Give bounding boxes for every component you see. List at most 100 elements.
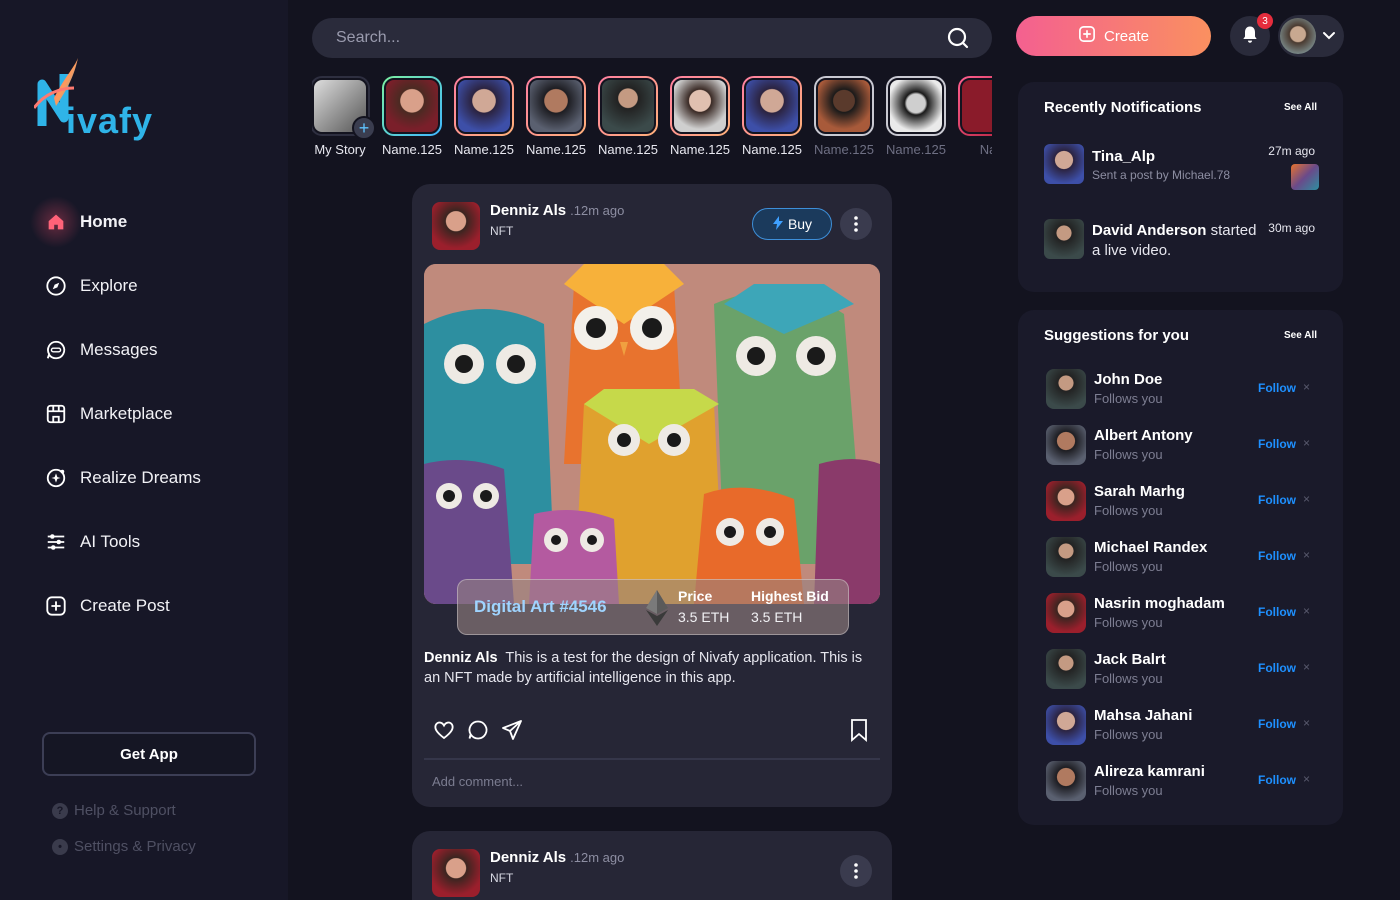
search-input[interactable] <box>336 18 936 58</box>
close-icon[interactable]: × <box>1303 716 1310 730</box>
story-item[interactable]: Name.125 <box>814 76 874 162</box>
notification-item[interactable]: Tina_Alp Sent a post by Michael.78 27m a… <box>1044 144 1319 190</box>
suggestion-avatar[interactable] <box>1046 369 1086 409</box>
suggestion-sub: Follows you <box>1094 671 1163 686</box>
suggestion-avatar[interactable] <box>1046 481 1086 521</box>
author-avatar[interactable] <box>432 849 480 897</box>
story-item[interactable]: Na <box>958 76 992 162</box>
follow-button[interactable]: Follow <box>1258 493 1296 507</box>
share-icon[interactable] <box>500 718 524 747</box>
story-name: Na <box>979 142 992 157</box>
sidebar: ivafy Home Explore Messages Marketplace … <box>0 0 288 900</box>
nav-marketplace[interactable]: Marketplace <box>44 382 201 446</box>
story-item[interactable]: Name.125 <box>670 76 730 162</box>
follow-button[interactable]: Follow <box>1258 549 1296 563</box>
suggestion-avatar[interactable] <box>1046 705 1086 745</box>
close-icon[interactable]: × <box>1303 660 1310 674</box>
notification-time: 27m ago <box>1268 144 1315 158</box>
buy-button[interactable]: Buy <box>752 208 832 240</box>
post-image[interactable] <box>424 264 880 604</box>
create-button[interactable]: Create <box>1016 16 1211 56</box>
suggestion-name[interactable]: Nasrin moghadam <box>1094 595 1225 612</box>
suggestion-avatar[interactable] <box>1046 593 1086 633</box>
comment-icon[interactable] <box>466 718 490 747</box>
more-options-icon[interactable] <box>840 208 872 240</box>
author-line: Denniz Als .12m ago <box>490 849 624 867</box>
suggestion-item: John Doe Follows you Follow × <box>1046 369 1316 409</box>
nav-messages[interactable]: Messages <box>44 318 201 382</box>
comment-input[interactable] <box>432 774 832 789</box>
bookmark-icon[interactable] <box>848 718 870 747</box>
story-name: Name.125 <box>886 142 946 157</box>
story-ring <box>742 76 802 136</box>
nft-info-box[interactable]: Digital Art #4546 Price 3.5 ETH Highest … <box>457 579 849 635</box>
story-item[interactable]: Name.125 <box>742 76 802 162</box>
close-icon[interactable]: × <box>1303 772 1310 786</box>
follow-button[interactable]: Follow <box>1258 381 1296 395</box>
suggestion-name[interactable]: John Doe <box>1094 371 1162 388</box>
nav-realize-dreams[interactable]: Realize Dreams <box>44 446 201 510</box>
story-name: Name.125 <box>454 142 514 157</box>
chat-icon <box>44 338 68 362</box>
get-app-button[interactable]: Get App <box>42 732 256 776</box>
suggestion-avatar[interactable] <box>1046 649 1086 689</box>
story-ring <box>814 76 874 136</box>
suggestions-see-all[interactable]: See All <box>1284 330 1317 341</box>
suggestion-sub: Follows you <box>1094 559 1163 574</box>
caption-author[interactable]: Denniz Als <box>424 650 498 666</box>
story-item[interactable]: Name.125 <box>454 76 514 162</box>
author-avatar[interactable] <box>432 202 480 250</box>
nav-home[interactable]: Home <box>30 190 201 254</box>
story-item[interactable]: Name.125 <box>886 76 946 162</box>
add-story-icon[interactable]: + <box>352 116 376 140</box>
follow-button[interactable]: Follow <box>1258 717 1296 731</box>
suggestion-item: Michael Randex Follows you Follow × <box>1046 537 1316 577</box>
suggestion-avatar[interactable] <box>1046 425 1086 465</box>
close-icon[interactable]: × <box>1303 548 1310 562</box>
notification-title: Tina_Alp <box>1092 148 1156 165</box>
suggestion-item: Nasrin moghadam Follows you Follow × <box>1046 593 1316 633</box>
sliders-icon <box>44 530 68 554</box>
suggestion-sub: Follows you <box>1094 727 1163 742</box>
close-icon[interactable]: × <box>1303 492 1310 506</box>
follow-button[interactable]: Follow <box>1258 773 1296 787</box>
close-icon[interactable]: × <box>1303 604 1310 618</box>
story-my-story[interactable]: + My Story <box>312 76 376 162</box>
nav-explore[interactable]: Explore <box>44 254 201 318</box>
store-icon <box>44 402 68 426</box>
story-item[interactable]: Name.125 <box>598 76 658 162</box>
suggestion-name[interactable]: Albert Antony <box>1094 427 1193 444</box>
nav-create-post[interactable]: Create Post <box>44 574 201 638</box>
more-options-icon[interactable] <box>840 855 872 887</box>
suggestion-name[interactable]: Jack Balrt <box>1094 651 1166 668</box>
story-name: My Story <box>314 142 366 157</box>
story-avatar <box>816 78 872 134</box>
profile-menu[interactable] <box>1278 15 1344 57</box>
story-item[interactable]: Name.125 <box>526 76 586 162</box>
story-item[interactable]: Name.125 <box>382 76 442 162</box>
post-tag: NFT <box>490 871 514 885</box>
close-icon[interactable]: × <box>1303 380 1310 394</box>
author-name[interactable]: Denniz Als <box>490 202 566 219</box>
notifications-see-all[interactable]: See All <box>1284 102 1317 113</box>
settings-privacy-link[interactable]: • Settings & Privacy <box>52 838 196 855</box>
suggestion-name[interactable]: Sarah Marhg <box>1094 483 1185 500</box>
suggestion-avatar[interactable] <box>1046 761 1086 801</box>
follow-button[interactable]: Follow <box>1258 661 1296 675</box>
help-support-link[interactable]: ? Help & Support <box>52 802 176 819</box>
user-avatar <box>1280 18 1316 54</box>
search-icon[interactable] <box>946 26 970 55</box>
notification-item[interactable]: David Anderson started a live video. 30m… <box>1044 219 1319 263</box>
close-icon[interactable]: × <box>1303 436 1310 450</box>
suggestion-name[interactable]: Michael Randex <box>1094 539 1207 556</box>
nav-ai-tools[interactable]: AI Tools <box>44 510 201 574</box>
heart-icon[interactable] <box>432 718 456 747</box>
story-avatar <box>456 78 512 134</box>
author-name[interactable]: Denniz Als <box>490 849 566 866</box>
suggestion-name[interactable]: Alireza kamrani <box>1094 763 1205 780</box>
suggestion-avatar[interactable] <box>1046 537 1086 577</box>
follow-button[interactable]: Follow <box>1258 605 1296 619</box>
suggestion-name[interactable]: Mahsa Jahani <box>1094 707 1192 724</box>
follow-button[interactable]: Follow <box>1258 437 1296 451</box>
nav-label: AI Tools <box>80 532 141 551</box>
